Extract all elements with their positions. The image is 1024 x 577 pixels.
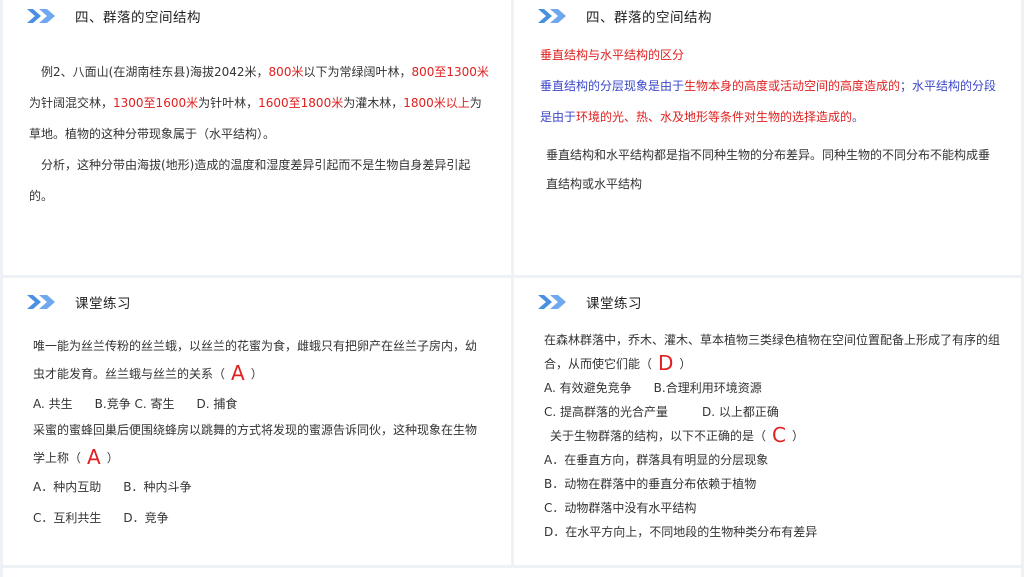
double-chevron-icon — [27, 9, 55, 23]
answer-mark: A — [231, 361, 245, 385]
option-row: C．互利共生 D．竞争 — [33, 503, 483, 534]
panel-title: 四、群落的空间结构 — [75, 10, 201, 26]
question-close: ） — [791, 429, 804, 443]
question-stem: 关于生物群落的结构，以下不正确的是（ C ） — [544, 424, 1004, 448]
question-close: ） — [679, 357, 692, 371]
distinction-heading: 垂直结构与水平结构的区分 — [540, 48, 685, 62]
option-d: D．在水平方向上，不同地段的生物种类分布有差异 — [544, 525, 818, 539]
option-row: A. 有效避免竞争 B.合理利用环境资源 — [544, 376, 1004, 400]
question-close: ） — [106, 451, 119, 465]
distinction-note: 垂直结构和水平结构都是指不同种生物的分布差异。同种生物的不同分布不能构成垂直结构… — [546, 148, 991, 191]
option-c: C．动物群落中没有水平结构 — [544, 501, 697, 515]
text-run: 为针叶林， — [198, 96, 259, 110]
answer-mark: D — [658, 351, 674, 375]
text-run-red: 1300至1600米 — [113, 96, 199, 110]
text-run-red: 1800米以上 — [403, 96, 470, 110]
question-stem: 在森林群落中，乔木、灌木、草本植物三类绿色植物在空间位置配备上形成了有序的组合，… — [544, 328, 1004, 376]
text-run-red: 800至1300米 — [411, 65, 489, 79]
panel-header: 课堂练习 — [538, 292, 642, 312]
example-text: 例2、八面山(在湖南桂东县)海拔2042米，800米以下为常绿阔叶林，800至1… — [29, 57, 489, 212]
panel-exercise-right: 课堂练习 在森林群落中，乔木、灌木、草本植物三类绿色植物在空间位置配备上形成了有… — [514, 278, 1021, 565]
text-run: 例2、八面山(在湖南桂东县)海拔2042米， — [41, 65, 269, 79]
option-b: B.合理利用环境资源 — [653, 381, 762, 395]
option-row: A. 共生 B.竞争 C. 寄生 D. 捕食 — [33, 392, 483, 416]
answer-mark: C — [772, 423, 786, 447]
panel-exercise-left: 课堂练习 唯一能为丝兰传粉的丝兰蛾，以丝兰的花蜜为食，雌蛾只有把卵产在丝兰子房内… — [3, 278, 511, 565]
panel-header: 四、群落的空间结构 — [538, 6, 712, 26]
double-chevron-icon — [27, 295, 55, 309]
exercise-questions: 唯一能为丝兰传粉的丝兰蛾，以丝兰的花蜜为食，雌蛾只有把卵产在丝兰子房内，幼虫才能… — [33, 332, 483, 534]
text-run-red: 1600至1800米 — [258, 96, 344, 110]
option-b: B.竞争 — [94, 397, 131, 411]
option-d: D．竞争 — [123, 511, 169, 525]
panel-title: 四、群落的空间结构 — [586, 10, 712, 26]
question-stem: 采蜜的蜜蜂回巢后便围绕蜂房以跳舞的方式将发现的蜜源告诉同伙，这种现象在生物学上称… — [33, 416, 483, 472]
text-run-red: 生物本身的高度或活动空间的高度造成的 — [684, 79, 901, 93]
text-run-red: 800米 — [268, 65, 304, 79]
question-close: ） — [250, 367, 263, 381]
text-run-blue: 垂直结构的分层现象是由于 — [540, 79, 685, 93]
text-run-blue: 。 — [852, 110, 865, 124]
text-run: 为灌木林， — [343, 96, 404, 110]
option-a: A. 有效避免竞争 — [544, 381, 632, 395]
panel-title: 课堂练习 — [75, 296, 131, 312]
panel-header: 课堂练习 — [27, 292, 131, 312]
exercise-questions: 在森林群落中，乔木、灌木、草本植物三类绿色植物在空间位置配备上形成了有序的组合，… — [544, 328, 1004, 544]
text-run: 为针阔混交林， — [29, 96, 114, 110]
analysis-paragraph: 分析，这种分带由海拔(地形)造成的温度和湿度差异引起而不是生物自身差异引起的。 — [29, 158, 471, 203]
option-d: D. 以上都正确 — [702, 405, 779, 419]
option-b: B．种内斗争 — [123, 480, 192, 494]
double-chevron-icon — [538, 9, 566, 23]
bottom-strip — [3, 568, 1021, 577]
option-row: A．种内互助 B．种内斗争 — [33, 472, 483, 503]
answer-mark: A — [87, 445, 101, 469]
option-d: D. 捕食 — [196, 397, 238, 411]
double-chevron-icon — [538, 295, 566, 309]
question-stem: 唯一能为丝兰传粉的丝兰蛾，以丝兰的花蜜为食，雌蛾只有把卵产在丝兰子房内，幼虫才能… — [33, 332, 483, 388]
panel-vertical-vs-horizontal: 四、群落的空间结构 垂直结构与水平结构的区分 垂直结构的分层现象是由于生物本身的… — [514, 0, 1021, 275]
question-text: 在森林群落中，乔木、灌木、草本植物三类绿色植物在空间位置配备上形成了有序的组合，… — [544, 333, 1001, 371]
text-run: 以下为常绿阔叶林， — [303, 65, 412, 79]
question-text: 关于生物群落的结构，以下不正确的是（ — [550, 429, 767, 443]
option-c: C．互利共生 — [33, 511, 102, 525]
distinction-paragraph: 垂直结构的分层现象是由于生物本身的高度或活动空间的高度造成的；水平结构的分段是由… — [540, 71, 1000, 133]
option-a: A. 共生 — [33, 397, 73, 411]
option-a: A．种内互助 — [33, 480, 102, 494]
option-c: C. 提高群落的光合产量 — [544, 405, 669, 419]
panel-header: 四、群落的空间结构 — [27, 6, 201, 26]
panel-community-structure-example: 四、群落的空间结构 例2、八面山(在湖南桂东县)海拔2042米，800米以下为常… — [3, 0, 511, 275]
option-a: A．在垂直方向，群落具有明显的分层现象 — [544, 453, 769, 467]
example-paragraph: 例2、八面山(在湖南桂东县)海拔2042米，800米以下为常绿阔叶林，800至1… — [29, 57, 489, 150]
option-b: B．动物在群落中的垂直分布依赖于植物 — [544, 477, 757, 491]
distinction-text: 垂直结构与水平结构的区分 垂直结构的分层现象是由于生物本身的高度或活动空间的高度… — [540, 40, 1000, 199]
panel-title: 课堂练习 — [586, 296, 642, 312]
option-row: C. 提高群落的光合产量 D. 以上都正确 — [544, 400, 1004, 424]
option-c: C. 寄生 — [134, 397, 175, 411]
text-run-red: 环境的光、热、水及地形等条件对生物的选择造成的 — [576, 110, 853, 124]
